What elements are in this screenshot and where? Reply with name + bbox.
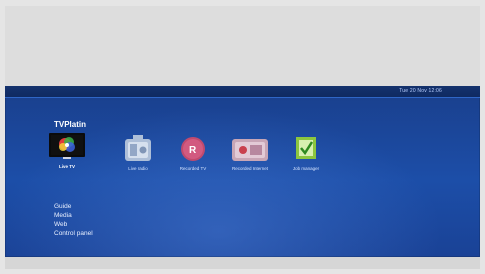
- tile-label: Job manager: [292, 166, 320, 171]
- svg-text:R: R: [189, 145, 197, 156]
- main-menu: Guide Media Web Control panel: [54, 202, 93, 238]
- tile-recorded-internet[interactable]: Recorded Internet: [228, 135, 272, 171]
- tile-label: Live radio: [128, 166, 148, 171]
- tile-label: Live TV: [58, 164, 75, 169]
- app-title: TVPlatin: [54, 120, 87, 129]
- app-window: Tue 20 Nov 12:06 TVPlatin Live TV Live r…: [5, 86, 480, 257]
- internet-radio-icon: [230, 135, 270, 163]
- status-bar: Tue 20 Nov 12:06: [5, 86, 480, 98]
- bottom-band: [5, 257, 480, 269]
- menu-item-web[interactable]: Web: [54, 220, 93, 229]
- record-icon: R: [178, 135, 208, 163]
- tile-label: Recorded Internet: [231, 166, 269, 171]
- menu-item-guide[interactable]: Guide: [54, 202, 93, 211]
- top-band: [5, 6, 480, 86]
- tile-label: Recorded TV: [179, 166, 207, 171]
- tile-live-tv[interactable]: Live TV: [45, 133, 89, 169]
- tile-job-manager[interactable]: Job manager: [284, 135, 328, 171]
- radio-icon: [123, 135, 153, 163]
- checkbox-icon: [291, 135, 321, 163]
- clock-text: Tue 20 Nov 12:06: [399, 88, 442, 94]
- menu-item-media[interactable]: Media: [54, 211, 93, 220]
- tile-live-radio[interactable]: Live radio: [116, 135, 160, 171]
- menu-item-control-panel[interactable]: Control panel: [54, 229, 93, 238]
- tv-icon: [49, 133, 85, 161]
- tile-recorded-tv[interactable]: R Recorded TV: [171, 135, 215, 171]
